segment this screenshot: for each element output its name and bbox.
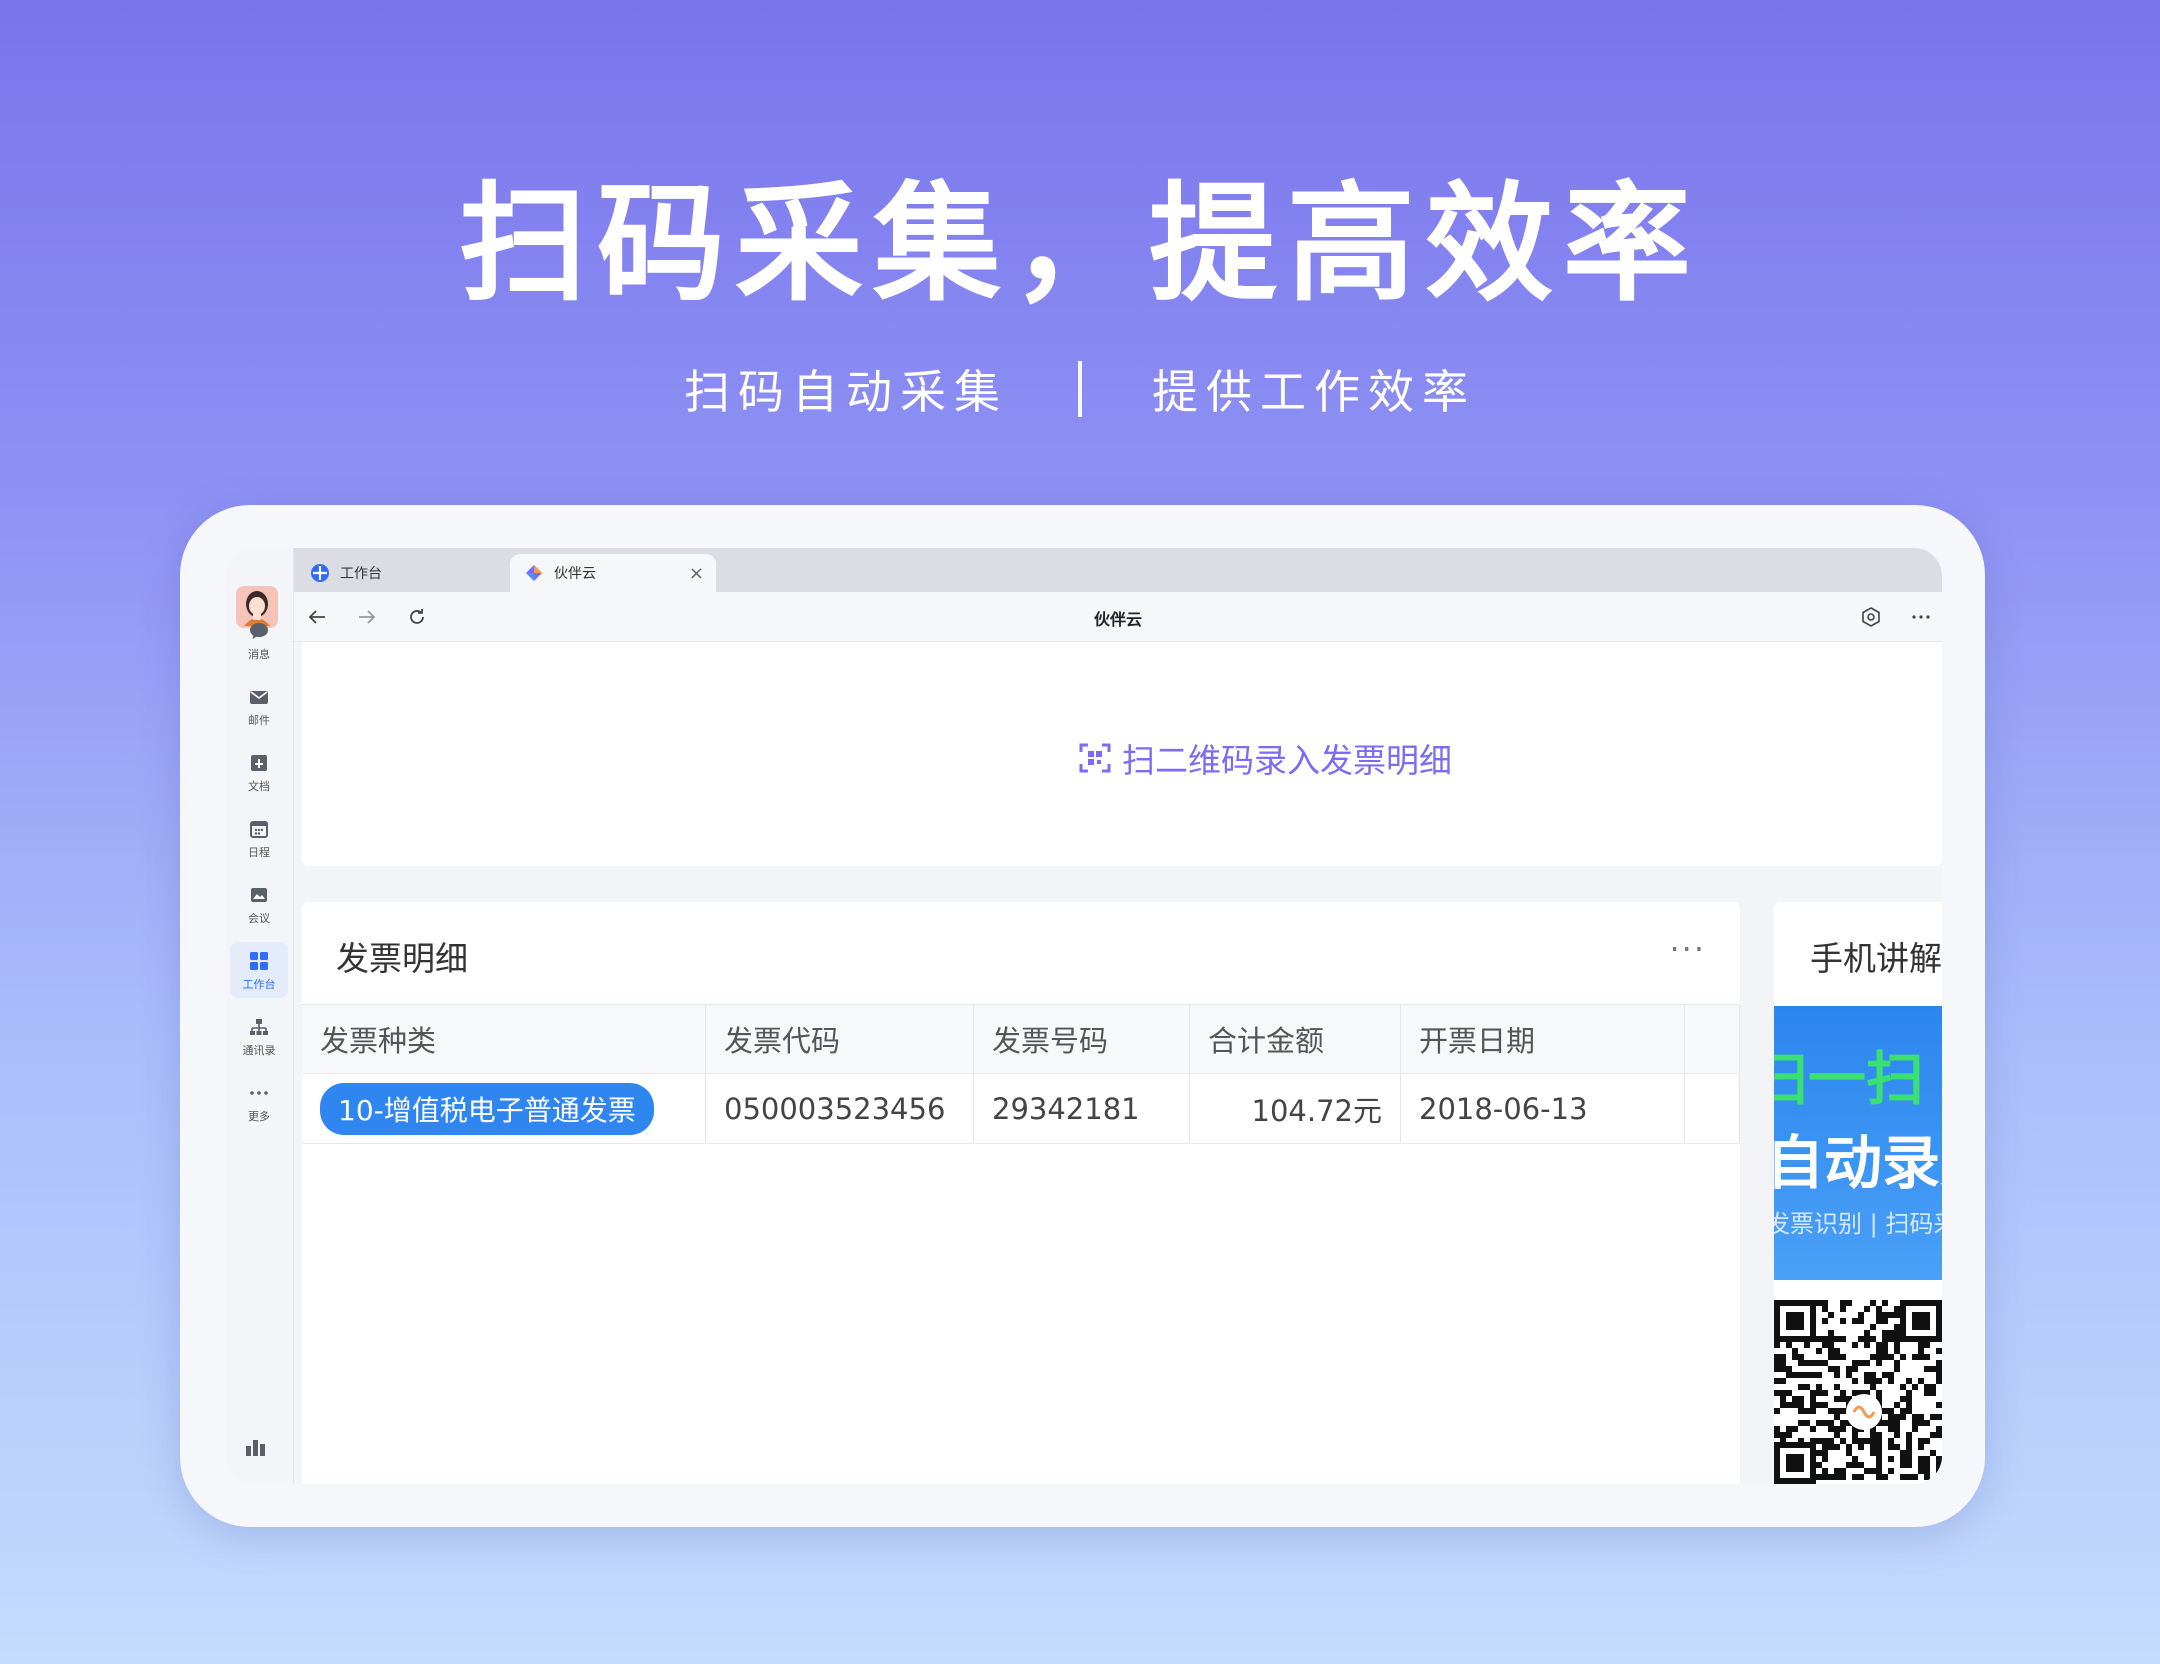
contacts-icon (246, 1014, 272, 1040)
calendar-icon (246, 816, 272, 842)
promo-line: 扫一扫 (1774, 1045, 1925, 1113)
invoice-title: 发票明细 (336, 939, 468, 978)
huobanyun-logo-icon (524, 563, 544, 583)
cell-code: 050003523456 (706, 1074, 974, 1143)
rail-item-more[interactable]: 更多 (230, 1074, 288, 1130)
workbench-tab-icon (310, 563, 330, 583)
rail-label: 更多 (248, 1110, 270, 1123)
app-window: 消息 邮件 文档 日程 会议 工作台 通讯录 更多 工作台 伙伴云 × 伙伴云 … (226, 548, 1942, 1484)
rail-label: 文档 (248, 780, 270, 793)
cell-date: 2018-06-13 (1401, 1074, 1685, 1143)
promo-line: 自动录入 (1774, 1129, 1942, 1197)
hero-title: 扫码采集，提高效率 (458, 170, 1701, 319)
rail-item-contacts[interactable]: 通讯录 (230, 1008, 288, 1064)
cell-number: 29342181 (974, 1074, 1190, 1143)
meeting-icon (246, 882, 272, 908)
more-icon (246, 1080, 272, 1106)
doc-icon (246, 750, 272, 776)
hero-sub-right: 提供工作效率 (1152, 365, 1476, 419)
scan-card: 扫二维码录入发票明细 (302, 642, 1942, 866)
rail-item-messages[interactable]: 消息 (230, 612, 288, 668)
cell-type: 10-增值税电子普通发票 (302, 1074, 706, 1143)
hero-subtitle: 扫码自动采集 提供工作效率 (0, 356, 2160, 422)
more-button[interactable] (1906, 602, 1936, 632)
hexagon-settings-icon (1862, 607, 1880, 627)
invoice-table-card: 发票明细 ··· 发票种类 发票代码 发票号码 合计金额 开票日期 10-增值税… (302, 902, 1740, 1484)
feedback-icon[interactable] (244, 1436, 268, 1462)
mail-icon (246, 684, 272, 710)
rail-item-calendar[interactable]: 日程 (230, 810, 288, 866)
table-row[interactable]: 10-增值税电子普通发票 050003523456 29342181 104.7… (302, 1074, 1740, 1144)
column-header[interactable]: 开票日期 (1401, 1005, 1685, 1073)
page-content: 扫二维码录入发票明细 发票明细 ··· 发票种类 发票代码 发票号码 合计金额 … (294, 642, 1942, 1484)
cell-empty (1685, 1074, 1740, 1143)
rail-item-workbench[interactable]: 工作台 (230, 942, 288, 998)
workbench-icon (246, 948, 272, 974)
rail-label: 邮件 (248, 714, 270, 727)
scan-icon (1078, 741, 1112, 775)
rail-item-meeting[interactable]: 会议 (230, 876, 288, 932)
page-title: 伙伴云 (1093, 610, 1142, 629)
browser-toolbar: 伙伴云 (294, 592, 1942, 642)
tab-strip: 工作台 伙伴云 × (294, 548, 1942, 592)
column-header[interactable]: 发票种类 (302, 1005, 706, 1073)
rail-item-docs[interactable]: 文档 (230, 744, 288, 800)
close-icon[interactable]: × (689, 563, 704, 584)
rail-item-mail[interactable]: 邮件 (230, 678, 288, 734)
promo-line: 发票识别 | 扫码采集 (1774, 1210, 1942, 1238)
rail-label: 会议 (248, 912, 270, 925)
tab-huobanyun[interactable]: 伙伴云 × (510, 554, 716, 592)
qr-code (1774, 1300, 1942, 1484)
rail-label: 消息 (248, 648, 270, 661)
column-header[interactable]: 发票代码 (706, 1005, 974, 1073)
column-header[interactable]: 合计金额 (1190, 1005, 1401, 1073)
side-title: 手机讲解 (1810, 939, 1942, 978)
rail-label: 日程 (248, 846, 270, 859)
scan-qr-link[interactable]: 扫二维码录入发票明细 (1078, 734, 1452, 782)
rail-label: 通讯录 (242, 1044, 276, 1057)
divider (1078, 361, 1082, 417)
tab-workbench[interactable]: 工作台 (310, 554, 500, 592)
table-header: 发票种类 发票代码 发票号码 合计金额 开票日期 (302, 1004, 1740, 1074)
tab-label: 工作台 (340, 566, 382, 582)
rail-label: 工作台 (242, 978, 276, 991)
settings-button[interactable] (1856, 602, 1886, 632)
invoice-type-tag[interactable]: 10-增值税电子普通发票 (320, 1082, 654, 1135)
card-more-button[interactable]: ··· (1669, 930, 1706, 968)
tab-label: 伙伴云 (554, 566, 596, 582)
scan-label: 扫二维码录入发票明细 (1122, 741, 1452, 780)
mobile-guide-card: 手机讲解 扫一扫 自动录入 发票识别 | 扫码采集 (1774, 902, 1942, 1484)
app-rail: 消息 邮件 文档 日程 会议 工作台 通讯录 更多 (226, 548, 294, 1484)
column-header[interactable]: 发票号码 (974, 1005, 1190, 1073)
chat-icon (246, 618, 272, 644)
more-horizontal-icon (1912, 615, 1930, 619)
hero-sub-left: 扫码自动采集 (684, 365, 1008, 419)
cell-amount: 104.72元 (1190, 1074, 1401, 1143)
promo-banner[interactable]: 扫一扫 自动录入 发票识别 | 扫码采集 (1774, 1006, 1942, 1280)
column-header-empty (1685, 1005, 1740, 1073)
